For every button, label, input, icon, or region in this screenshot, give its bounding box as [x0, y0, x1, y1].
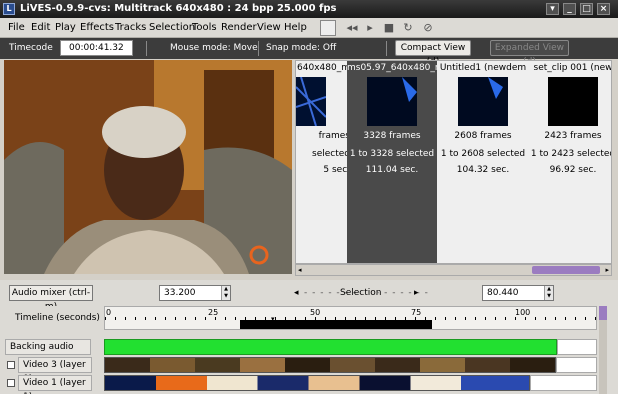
selection-start-spinner[interactable]: 33.200 ▲ ▼	[159, 285, 231, 301]
clip-frames: 2423 frames	[544, 131, 602, 141]
clip-range: selected	[312, 149, 350, 159]
clip-item[interactable]: 640x480_m frames selected 5 sec.	[296, 61, 350, 263]
separator	[386, 41, 387, 56]
scroll-right-icon[interactable]: ▸	[605, 266, 609, 274]
scrollbar-thumb[interactable]	[532, 266, 600, 274]
clip-thumbnail	[548, 77, 598, 126]
clip-item[interactable]: set_clip 001 (new 2423 frames 1 to 2423 …	[528, 61, 612, 263]
track-empty-area[interactable]	[557, 339, 597, 355]
timeline-ruler[interactable]: 0 25 50 75 100 ▾	[104, 306, 597, 330]
selection-arrow-right-icon: ▸	[414, 288, 419, 298]
track-checkbox[interactable]	[7, 361, 15, 369]
video-3-clip-strip[interactable]	[104, 357, 556, 373]
menu-play[interactable]: Play	[55, 22, 76, 33]
snap-mode-label: Snap mode: Off	[266, 43, 337, 53]
loop-icon[interactable]: ↻	[400, 20, 416, 36]
menu-tracks[interactable]: Tracks	[115, 22, 146, 33]
timeline-panel: Timeline (seconds) 0 25 50 75 100 ▾ Back…	[0, 306, 618, 394]
selection-controls: Audio mixer (ctrl-m) 33.200 ▲▼ ◂ - - - -…	[0, 280, 618, 312]
clip-length: 96.92 sec.	[549, 165, 597, 175]
clip-name: Untitled1 (newdem	[439, 63, 527, 73]
spin-arrows-icon[interactable]: ▲ ▼	[544, 286, 553, 300]
timeline-tick-label: 100	[515, 308, 531, 317]
clip-thumbnail	[296, 77, 326, 126]
clip-name: ms05.97_640x480_m	[347, 63, 437, 73]
selection-start-value: 33.200	[164, 288, 196, 298]
audio-mixer-button[interactable]: Audio mixer (ctrl-m)	[9, 285, 93, 312]
spin-arrows-icon[interactable]: ▲ ▼	[221, 286, 230, 300]
backing-audio-block[interactable]	[104, 339, 557, 355]
clip-frames: frames	[318, 131, 350, 141]
clip-range: 1 to 2608 selected	[440, 149, 526, 159]
clip-range: 1 to 3328 selected	[349, 149, 435, 159]
selection-end-spinner[interactable]: 80.440 ▲ ▼	[482, 285, 554, 301]
clip-length: 5 sec.	[323, 165, 350, 175]
menu-help[interactable]: Help	[284, 22, 307, 33]
selection-range-bar[interactable]	[240, 320, 432, 329]
track-checkbox[interactable]	[7, 379, 15, 387]
expanded-view-button[interactable]: Expanded View (d)	[490, 40, 569, 67]
menu-edit[interactable]: Edit	[31, 22, 50, 33]
timeline-tick-label: 75	[411, 308, 422, 317]
clip-thumbnail	[458, 77, 508, 126]
track-label-video-3[interactable]: Video 3 (layer 0)	[18, 357, 92, 384]
menu-view[interactable]: View	[257, 22, 281, 33]
track-empty-area[interactable]	[530, 375, 597, 391]
clip-name: 640x480_m	[297, 63, 350, 73]
selection-end-value: 80.440	[487, 288, 519, 298]
timecode-label: Timecode	[9, 43, 53, 53]
capture-icon[interactable]	[320, 20, 336, 36]
menu-file[interactable]: File	[8, 22, 25, 33]
clip-item-selected[interactable]: ms05.97_640x480_m 3328 frames 1 to 3328 …	[347, 61, 437, 263]
clip-length: 104.32 sec.	[456, 165, 510, 175]
clip-item[interactable]: Untitled1 (newdem 2608 frames 1 to 2608 …	[438, 61, 528, 263]
menu-effects[interactable]: Effects	[80, 22, 114, 33]
scroll-left-icon[interactable]: ◂	[298, 266, 302, 274]
video-1-clip-strip[interactable]	[104, 375, 530, 391]
clip-length: 111.04 sec.	[365, 165, 419, 175]
clip-frames: 2608 frames	[454, 131, 512, 141]
timeline-tick-label: 50	[310, 308, 321, 317]
timeline-tick-label: 0	[106, 308, 112, 317]
maximize-icon[interactable]: □	[580, 3, 593, 15]
mouse-mode-label: Mouse mode: Move	[170, 43, 258, 53]
menu-bar: File Edit Play Effects Tracks Selection …	[0, 18, 618, 38]
separator	[258, 41, 259, 56]
clip-range: 1 to 2423 selected	[530, 149, 612, 159]
window-menu-icon[interactable]: ▾	[546, 3, 559, 15]
rewind-icon[interactable]: ◂◂	[344, 20, 360, 36]
selection-rule-right: - - - - - - -	[376, 288, 429, 298]
clip-scrollbar[interactable]: ◂ ▸	[295, 264, 612, 276]
lives-app-icon[interactable]: L	[3, 3, 15, 15]
track-label-video-1[interactable]: Video 1 (layer 1)	[18, 375, 92, 394]
clip-thumbnail	[367, 77, 417, 126]
menu-tools[interactable]: Tools	[192, 22, 217, 33]
close-icon[interactable]: ×	[597, 3, 610, 15]
menu-render[interactable]: Render	[221, 22, 257, 33]
title-bar: L LiVES-0.9.9-cvs: Multitrack 640x480 : …	[0, 0, 618, 18]
clip-list: 640x480_m frames selected 5 sec. ms05.97…	[295, 60, 612, 264]
video-preview[interactable]	[4, 60, 292, 274]
status-bar: Timecode 00:00:41.32 Mouse mode: Move Sn…	[0, 38, 618, 67]
timeline-tick-label: 25	[208, 308, 219, 317]
minimize-icon[interactable]: _	[563, 3, 576, 15]
timeline-scrollbar[interactable]	[599, 306, 607, 394]
track-label-backing-audio[interactable]: Backing audio	[5, 339, 91, 355]
window-title: LiVES-0.9.9-cvs: Multitrack 640x480 : 24…	[20, 3, 337, 14]
timeline-label: Timeline (seconds)	[15, 313, 100, 323]
menu-selection[interactable]: Selection	[149, 22, 195, 33]
track-empty-area[interactable]	[556, 357, 597, 373]
separator	[146, 41, 147, 56]
no-audio-icon[interactable]: ⊘	[420, 20, 436, 36]
compact-view-button[interactable]: Compact View (d)	[395, 40, 471, 67]
selection-arrow-left-icon: ◂	[294, 288, 299, 298]
play-icon[interactable]: ▸	[362, 20, 378, 36]
stop-icon[interactable]: ■	[381, 20, 397, 36]
timeline-scroll-thumb[interactable]	[599, 306, 607, 320]
clip-name: set_clip 001 (new	[533, 63, 612, 73]
clip-frames: 3328 frames	[363, 131, 421, 141]
timecode-field[interactable]: 00:00:41.32	[60, 40, 133, 56]
video-frame-image	[4, 60, 292, 274]
